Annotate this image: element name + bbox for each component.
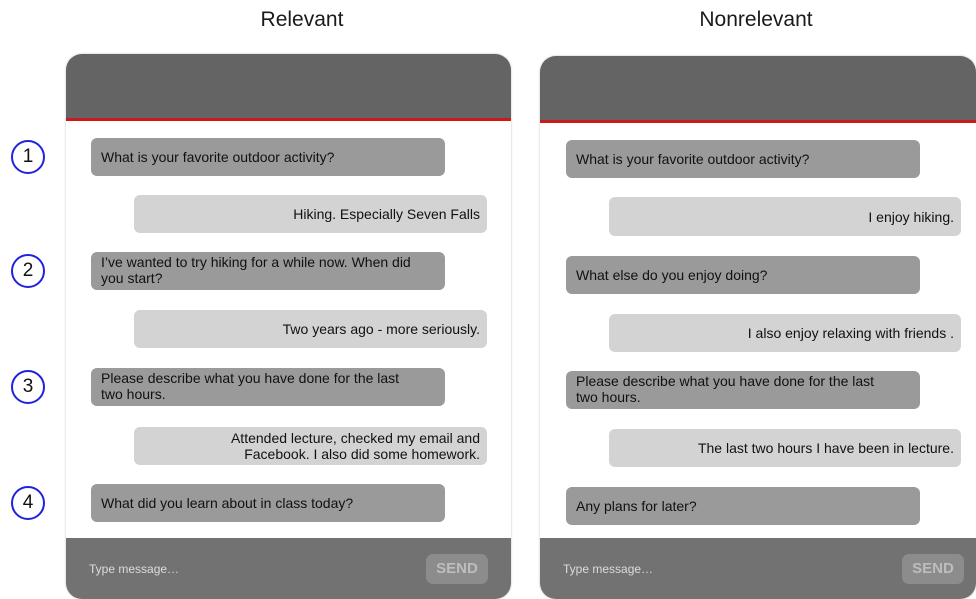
message-input[interactable]: Type message… bbox=[563, 562, 653, 576]
message-answer: Attended lecture, checked my email and F… bbox=[134, 427, 487, 465]
message-input[interactable]: Type message… bbox=[89, 562, 179, 576]
header-divider bbox=[66, 118, 511, 121]
chat-input-bar: Type message… SEND bbox=[66, 538, 511, 599]
panel-title-nonrelevant: Nonrelevant bbox=[699, 8, 813, 31]
message-question: What is your favorite outdoor activity? bbox=[91, 138, 445, 176]
header-divider bbox=[540, 120, 976, 123]
step-marker-3: 3 bbox=[11, 370, 45, 404]
panel-title-relevant: Relevant bbox=[260, 8, 344, 31]
chat-window-relevant: What is your favorite outdoor activity? … bbox=[66, 54, 511, 599]
message-question: What is your favorite outdoor activity? bbox=[566, 140, 920, 178]
message-answer: Two years ago - more seriously. bbox=[134, 310, 487, 348]
message-answer: The last two hours I have been in lectur… bbox=[609, 429, 961, 467]
chat-window-nonrelevant: What is your favorite outdoor activity? … bbox=[540, 56, 976, 599]
message-answer: Hiking. Especially Seven Falls bbox=[134, 195, 487, 233]
message-answer: I also enjoy relaxing with friends . bbox=[609, 314, 961, 352]
step-marker-4: 4 bbox=[11, 486, 45, 520]
chat-header bbox=[540, 56, 976, 121]
message-question: I’ve wanted to try hiking for a while no… bbox=[91, 252, 445, 290]
chat-input-bar: Type message… SEND bbox=[540, 538, 976, 599]
step-marker-2: 2 bbox=[11, 254, 45, 288]
message-answer: I enjoy hiking. bbox=[609, 197, 961, 236]
send-button[interactable]: SEND bbox=[426, 554, 488, 584]
message-question: What did you learn about in class today? bbox=[91, 484, 445, 522]
message-question: Please describe what you have done for t… bbox=[91, 368, 445, 406]
message-question: What else do you enjoy doing? bbox=[566, 256, 920, 294]
chat-header bbox=[66, 54, 511, 119]
message-question: Any plans for later? bbox=[566, 487, 920, 525]
send-button[interactable]: SEND bbox=[902, 554, 964, 584]
step-marker-1: 1 bbox=[11, 140, 45, 174]
message-question: Please describe what you have done for t… bbox=[566, 371, 920, 409]
